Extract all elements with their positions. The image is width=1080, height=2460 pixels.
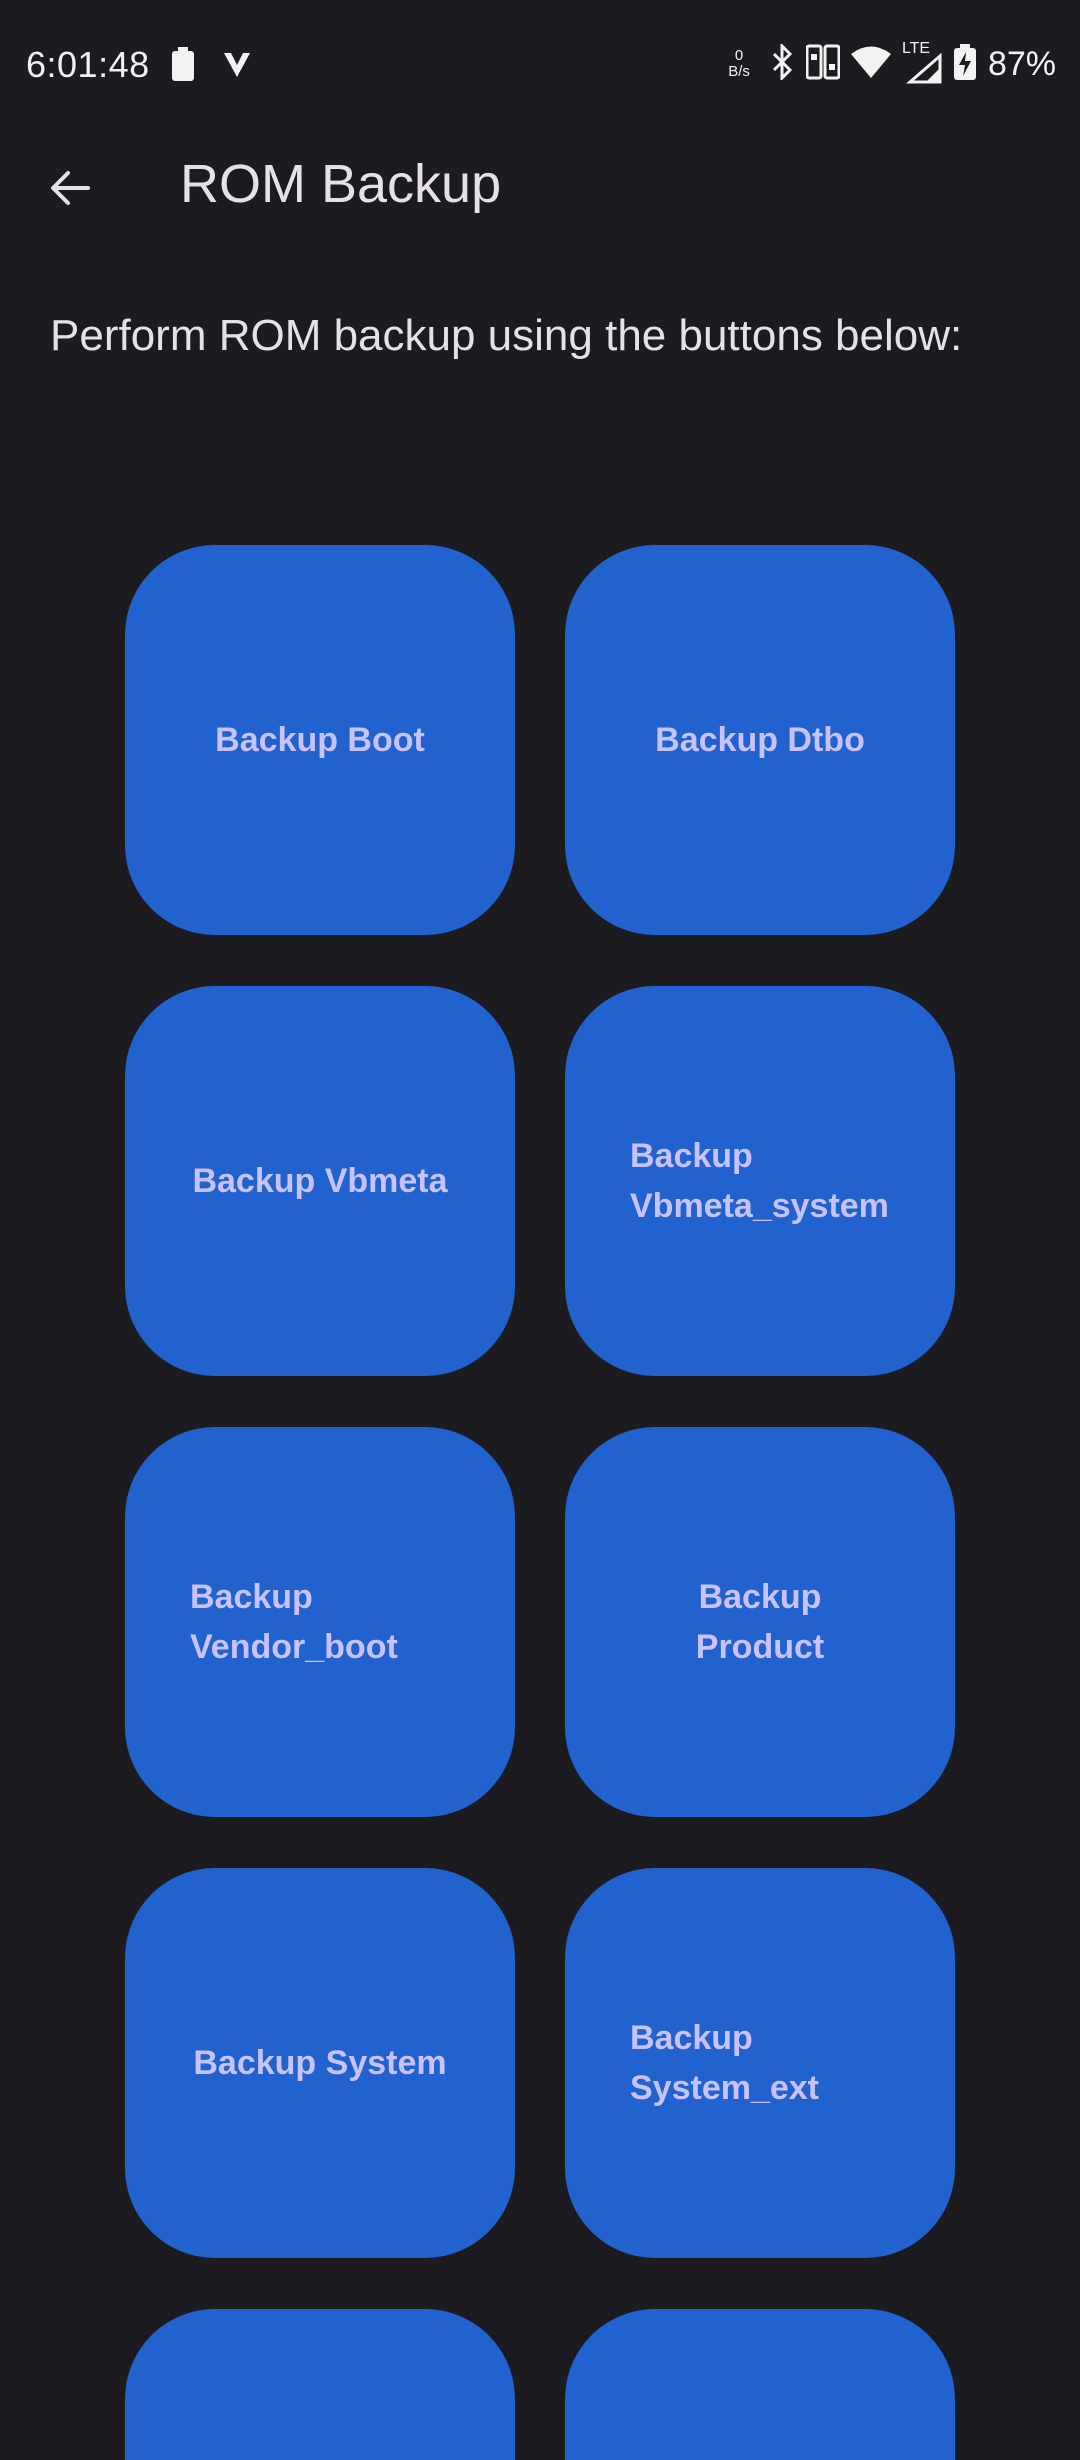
button-label: Backup Vbmeta	[192, 1162, 448, 1200]
sim-icon	[805, 44, 841, 85]
signal-icon: LTE	[902, 40, 944, 84]
backup-button-partial[interactable]	[125, 2309, 515, 2460]
button-label: Backup Dtbo	[655, 721, 865, 759]
wifi-icon	[850, 45, 892, 84]
status-right-icons: 0 B/s LTE 87%	[728, 40, 1056, 86]
backup-button-partial[interactable]	[565, 2309, 955, 2460]
backup-vbmeta-system-button[interactable]: Backup Vbmeta_system	[565, 986, 955, 1376]
bluetooth-icon	[770, 41, 796, 85]
button-label: Backup System	[193, 2044, 447, 2082]
arrow-back-icon	[48, 166, 92, 215]
battery-percent: 87%	[987, 44, 1056, 83]
net-speed: 0 B/s	[728, 48, 750, 80]
button-label: Backup Vbmeta_system	[630, 1137, 889, 1225]
backup-system-ext-button[interactable]: Backup System_ext	[565, 1868, 955, 2258]
app-bar: ROM Backup	[0, 130, 1080, 240]
battery-saver-icon	[172, 46, 194, 86]
button-label: Backup System_ext	[630, 2019, 820, 2107]
vivaldi-icon	[222, 49, 252, 84]
page-title: ROM Backup	[180, 154, 502, 214]
status-left-icons	[172, 46, 252, 86]
back-button[interactable]	[30, 150, 110, 230]
backup-vbmeta-button[interactable]: Backup Vbmeta	[125, 986, 515, 1376]
status-time: 6:01:48	[26, 44, 150, 85]
button-label: Backup Vendor_boot	[190, 1578, 398, 1666]
button-label: Backup Boot	[215, 721, 425, 759]
battery-charging-icon	[953, 43, 976, 85]
button-label: Backup Product	[695, 1578, 825, 1666]
backup-product-button[interactable]: Backup Product	[565, 1427, 955, 1817]
backup-system-button[interactable]: Backup System	[125, 1868, 515, 2258]
instructions-text: Perform ROM backup using the buttons bel…	[50, 311, 963, 360]
status-bar: 6:01:48 0 B/s LTE 87%	[0, 0, 1080, 130]
net-speed-unit: B/s	[728, 63, 750, 80]
backup-vendor-boot-button[interactable]: Backup Vendor_boot	[125, 1427, 515, 1817]
backup-dtbo-button[interactable]: Backup Dtbo	[565, 545, 955, 935]
backup-boot-button[interactable]: Backup Boot	[125, 545, 515, 935]
net-speed-value: 0	[734, 47, 744, 64]
